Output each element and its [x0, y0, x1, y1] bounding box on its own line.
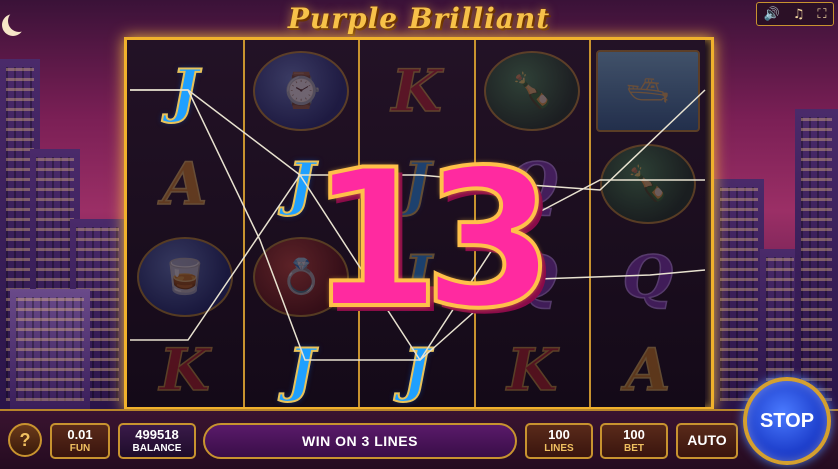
symbol-j: J: [170, 56, 199, 125]
game-title-logo: Purple Brilliant: [287, 2, 551, 35]
champagne-icon: 🍾: [484, 50, 581, 131]
balance-value: 499518: [135, 427, 179, 443]
symbol-yacht: 🛥: [591, 44, 705, 137]
symbol-watch: ⌚: [245, 44, 359, 137]
reel-5: 🛥 🍾 Q A: [589, 40, 705, 407]
symbol-q: Q: [622, 242, 674, 311]
top-controls: 🔊 ♫ ⛶: [756, 2, 834, 26]
auto-button[interactable]: AUTO: [676, 423, 738, 459]
auto-label: AUTO: [687, 432, 727, 449]
lines-value: 100: [548, 427, 570, 443]
symbol-a: A: [624, 335, 671, 404]
yacht-icon: 🛥: [595, 49, 700, 132]
symbol-a: A: [161, 149, 208, 218]
symbol-champagne: 🍾: [591, 137, 705, 230]
balance-label: BALANCE: [132, 442, 182, 454]
symbol-champagne: 🍾: [476, 44, 590, 137]
symbol-k: K: [159, 335, 211, 404]
win-amount: 13: [307, 129, 557, 350]
fun-label: FUN: [69, 442, 91, 454]
balance-display: 499518 BALANCE: [118, 423, 196, 459]
symbol-k: K: [391, 56, 443, 125]
help-button[interactable]: ?: [8, 423, 42, 457]
bet-label: BET: [624, 442, 644, 454]
fullscreen-icon[interactable]: ⛶: [817, 7, 826, 22]
cognac-icon: 🥃: [136, 236, 233, 317]
lines-button[interactable]: 100 LINES: [525, 423, 593, 459]
music-note-icon[interactable]: ♫: [793, 7, 805, 22]
reel-1: J A 🥃 K: [127, 40, 243, 407]
stop-button[interactable]: STOP: [743, 377, 831, 465]
champagne-icon: 🍾: [599, 143, 696, 224]
bet-value: 100: [623, 427, 645, 443]
watch-icon: ⌚: [253, 50, 350, 131]
fun-value: 0.01: [67, 427, 93, 443]
speaker-icon[interactable]: 🔊: [764, 7, 780, 22]
symbol-cognac: 🥃: [127, 230, 243, 323]
status-message: WIN ON 3 LINES: [203, 423, 517, 459]
coin-value-button[interactable]: 0.01 FUN: [50, 423, 110, 459]
lines-label: LINES: [544, 442, 574, 454]
bet-button[interactable]: 100 BET: [600, 423, 668, 459]
